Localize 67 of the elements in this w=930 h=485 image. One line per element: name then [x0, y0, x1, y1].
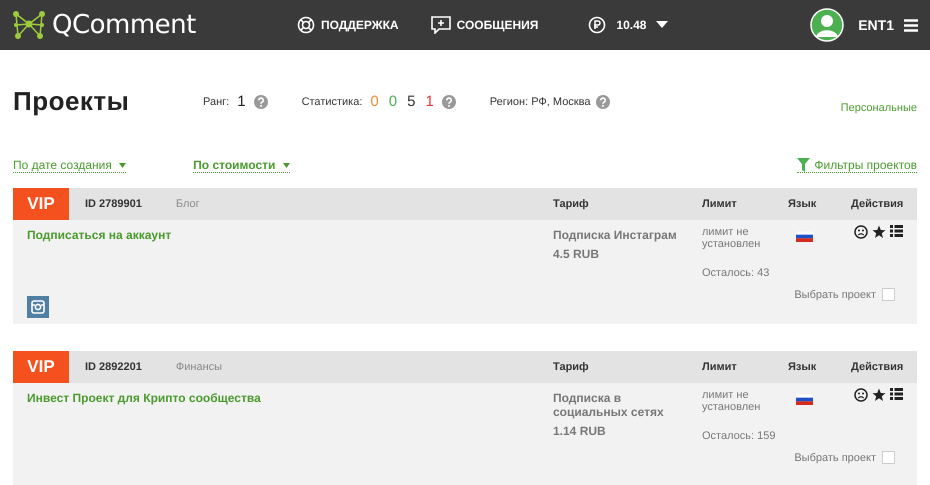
stat-value: 0	[370, 93, 379, 110]
balance-amount: 10.48	[616, 18, 646, 32]
select-checkbox[interactable]	[882, 288, 895, 301]
limit-text: лимит не установлен	[702, 389, 762, 413]
help-icon[interactable]	[596, 94, 610, 108]
funnel-icon	[797, 158, 810, 172]
region-label: Регион: РФ, Москва	[490, 96, 590, 108]
filters-link[interactable]: Фильтры проектов	[797, 158, 917, 172]
stat-value: 0	[388, 93, 398, 110]
project-title[interactable]: Подписаться на аккаунт	[27, 228, 539, 242]
select-project-label: Выбрать проект	[794, 452, 876, 464]
select-project-label: Выбрать проект	[794, 288, 876, 300]
column-header: Язык	[788, 361, 818, 373]
tariff-price: 1.14 RUB	[553, 424, 607, 438]
limit-text: лимит не установлен	[702, 226, 762, 250]
project-category: Финансы	[176, 361, 222, 373]
column-header: Тариф	[553, 361, 590, 373]
personal-link[interactable]: Персональные	[840, 86, 917, 114]
vip-badge: VIP	[13, 351, 69, 383]
remaining-count: Осталось: 43	[702, 267, 770, 279]
nav-link[interactable]: ПОДДЕРЖКА	[297, 16, 399, 34]
dropdown-caret-icon[interactable]	[656, 21, 668, 29]
sad-face-icon[interactable]	[854, 388, 868, 402]
menu-icon[interactable]	[904, 18, 918, 32]
sad-face-icon[interactable]	[854, 225, 868, 239]
select-checkbox[interactable]	[882, 451, 895, 464]
column-header: Язык	[788, 198, 818, 210]
russia-flag-icon	[796, 231, 813, 242]
star-icon[interactable]	[872, 225, 886, 239]
message-icon	[430, 16, 451, 34]
project-category: Блог	[176, 198, 200, 210]
tariff-price: 4.5 RUB	[553, 247, 600, 261]
column-header: Действия	[851, 198, 904, 210]
sort-link[interactable]: По стоимости	[193, 158, 290, 172]
stat-value: 5	[407, 93, 416, 110]
rank-label: Ранг:	[203, 96, 230, 108]
project-id: ID 2789901	[85, 198, 142, 210]
ruble-icon	[588, 16, 606, 34]
tariff-name: Подписка Инстаграм	[553, 228, 678, 242]
column-header: Тариф	[553, 198, 590, 210]
user-name[interactable]: ENT1	[858, 17, 894, 33]
network-logo-icon	[12, 10, 46, 40]
column-header: Лимит	[702, 198, 738, 210]
page-title: Проекты	[13, 86, 130, 117]
avatar-icon[interactable]	[810, 8, 844, 42]
help-icon[interactable]	[254, 94, 268, 108]
rank-value: 1	[237, 93, 246, 110]
column-header: Лимит	[702, 361, 738, 373]
app-logo[interactable]: QComment	[52, 10, 196, 40]
tariff-name: Подписка в социальных сетях	[553, 391, 665, 419]
sort-link[interactable]: По дате создания	[13, 158, 126, 172]
remaining-count: Осталось: 159	[702, 430, 776, 442]
list-icon[interactable]	[890, 388, 903, 400]
stats-label: Статистика:	[302, 96, 362, 108]
vip-badge: VIP	[13, 188, 69, 220]
caret-icon	[282, 162, 290, 168]
column-header: Действия	[851, 361, 904, 373]
lifebuoy-icon	[297, 16, 315, 34]
nav-link[interactable]: СООБЩЕНИЯ	[430, 16, 538, 34]
project-title[interactable]: Инвест Проект для Крипто сообщества	[27, 391, 539, 405]
list-icon[interactable]	[890, 225, 903, 237]
project-id: ID 2892201	[85, 361, 142, 373]
star-icon[interactable]	[872, 388, 886, 402]
russia-flag-icon	[796, 394, 813, 405]
caret-icon	[119, 162, 126, 168]
stat-value: 1	[425, 93, 434, 110]
help-icon[interactable]	[442, 94, 456, 108]
